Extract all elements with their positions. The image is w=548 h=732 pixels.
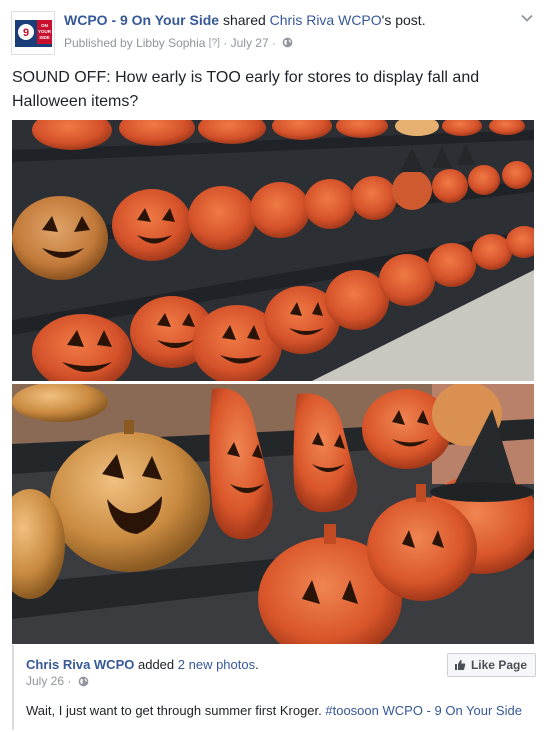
author-link[interactable]: Chris Riva WCPO [270, 12, 382, 28]
shared-added-text: added [137, 657, 175, 672]
shared-photos-link[interactable]: 2 new photos [178, 657, 255, 672]
mention-link[interactable]: WCPO - 9 On Your Side [383, 703, 522, 718]
globe-icon[interactable] [78, 676, 89, 687]
post-date[interactable]: July 27 [231, 36, 269, 50]
page-avatar[interactable]: 9 ON YOUR SIDE [11, 11, 55, 55]
hashtag-link[interactable]: #toosoon [325, 703, 379, 718]
shared-separator: · [67, 674, 72, 688]
photo-2[interactable] [12, 384, 534, 644]
published-prefix: Published by [64, 35, 133, 50]
svg-text:ON: ON [41, 23, 48, 28]
shared-text-main: Wait, I just want to get through summer … [26, 703, 322, 718]
shared-post: Chris Riva WCPO added 2 new photos. July… [12, 645, 536, 730]
svg-text:SIDE: SIDE [39, 35, 50, 40]
shared-date[interactable]: July 26 [26, 674, 64, 688]
page-name-link[interactable]: WCPO - 9 On Your Side [64, 12, 219, 28]
pumpkins-closeup-photo [12, 384, 534, 644]
publisher-name[interactable]: Libby Sophia [136, 36, 205, 50]
publisher-mark[interactable]: [?] [209, 37, 220, 48]
post-meta: Published by Libby Sophia [?] · July 27 … [64, 35, 293, 50]
photo-1[interactable] [12, 120, 534, 381]
svg-text:9: 9 [23, 27, 29, 39]
wcpo-logo: 9 ON YOUR SIDE [12, 12, 54, 54]
shared-period: . [255, 657, 259, 672]
shared-header: Chris Riva WCPO added 2 new photos. [26, 657, 259, 672]
shared-author-link[interactable]: Chris Riva WCPO [26, 657, 134, 672]
like-page-label: Like Page [470, 658, 527, 672]
meta-separator: · [223, 35, 228, 50]
post-header: WCPO - 9 On Your Side shared Chris Riva … [64, 11, 508, 29]
chevron-down-icon[interactable] [520, 11, 534, 25]
status-text: SOUND OFF: How early is TOO early for st… [12, 69, 480, 110]
meta-separator-2: · [271, 35, 276, 50]
shared-text: Wait, I just want to get through summer … [26, 703, 522, 718]
svg-text:YOUR: YOUR [38, 29, 52, 34]
globe-icon[interactable] [282, 37, 293, 48]
thumbs-up-icon [454, 660, 466, 670]
shared-text: shared [222, 12, 266, 28]
like-page-button[interactable]: Like Page [446, 653, 536, 677]
shared-meta: July 26 · [26, 674, 89, 688]
pumpkins-shelf-photo [12, 120, 534, 381]
author-suffix: 's post. [381, 12, 426, 28]
